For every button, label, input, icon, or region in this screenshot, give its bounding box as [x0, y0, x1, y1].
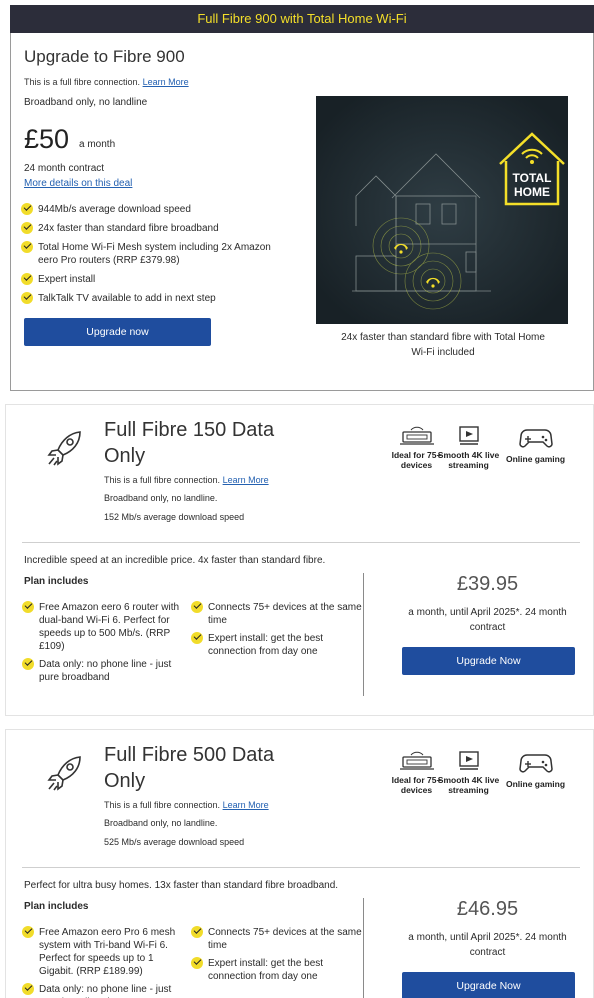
feature-badge-label: Smooth 4K live streaming [437, 450, 500, 470]
feature-badge: Online gaming [503, 750, 568, 789]
feature-item: Expert install: get the best connection … [191, 957, 366, 983]
download-speed: 525 Mb/s average download speed [104, 837, 245, 847]
plan-features-left: Free Amazon eero 6 router with dual-band… [22, 601, 190, 689]
feature-item: 944Mb/s average download speed [21, 203, 291, 216]
rocket-icon [44, 752, 86, 799]
check-icon [22, 658, 34, 670]
plan-features-left: Free Amazon eero Pro 6 mesh system with … [22, 926, 190, 998]
check-icon [21, 222, 33, 234]
check-icon [191, 957, 203, 969]
learn-more-link[interactable]: Learn More [223, 800, 269, 810]
feature-badge-label: Smooth 4K live streaming [437, 775, 500, 795]
check-icon [21, 273, 33, 285]
plan-includes-label: Plan includes [24, 576, 89, 587]
upgrade-title: Upgrade to Fibre 900 [24, 47, 185, 66]
check-icon [191, 926, 203, 938]
feature-item: Total Home Wi-Fi Mesh system including 2… [21, 241, 291, 267]
banner-title: Full Fibre 900 with Total Home Wi-Fi [197, 11, 407, 26]
feature-item: Connects 75+ devices at the same time [191, 926, 366, 952]
feature-badge: Smooth 4K live streaming [436, 425, 501, 470]
feature-badge-label: Ideal for 75+ devices [391, 450, 442, 470]
feature-item: Free Amazon eero Pro 6 mesh system with … [22, 926, 190, 978]
learn-more-link[interactable]: Learn More [223, 475, 269, 485]
feature-item: Data only: no phone line - just pure bro… [22, 658, 190, 684]
feature-badge-label: Online gaming [505, 454, 566, 464]
feature-item: TalkTalk TV available to add in next ste… [21, 292, 291, 305]
streaming-icon [436, 425, 501, 447]
feature-badge: Smooth 4K live streaming [436, 750, 501, 795]
divider [363, 573, 364, 696]
check-icon [22, 983, 34, 995]
divider [22, 867, 580, 868]
broadband-note: Broadband only, no landline. [104, 493, 218, 503]
check-icon [21, 292, 33, 304]
feature-item: Expert install: get the best connection … [191, 632, 366, 658]
feature-badge-label: Online gaming [505, 779, 566, 789]
plan-price-terms: a month, until April 2025*. 24 month con… [408, 607, 567, 633]
streaming-icon [436, 750, 501, 772]
connection-note: This is a full fibre connection. Learn M… [104, 475, 269, 485]
check-icon [191, 632, 203, 644]
check-icon [22, 926, 34, 938]
plan-features-right: Connects 75+ devices at the same time Exp… [191, 601, 366, 663]
rocket-icon [44, 427, 86, 474]
plan-card-fibre-500: Full Fibre 500 Data Only This is a full f… [5, 729, 594, 998]
check-icon [22, 601, 34, 613]
divider [22, 542, 580, 543]
gamepad-icon [503, 425, 568, 451]
feature-badge: Online gaming [503, 425, 568, 464]
upgrade-now-button[interactable]: Upgrade Now [402, 647, 575, 675]
svg-text:TOTAL: TOTAL [513, 171, 552, 185]
plan-price: £46.95 [456, 898, 519, 920]
feature-item: Connects 75+ devices at the same time [191, 601, 366, 627]
plan-price-terms: a month, until April 2025*. 24 month con… [408, 932, 567, 958]
plan-price: £39.95 [456, 573, 519, 595]
divider [363, 898, 364, 998]
upgrade-now-button[interactable]: Upgrade Now [402, 972, 575, 998]
check-icon [191, 601, 203, 613]
broadband-note: Broadband only, no landline [24, 97, 148, 108]
feature-list: 944Mb/s average download speed 24x faste… [21, 203, 291, 311]
deal-details-link[interactable]: More details on this deal [24, 178, 132, 189]
plan-features-right: Connects 75+ devices at the same time Exp… [191, 926, 366, 988]
learn-more-link[interactable]: Learn More [143, 77, 189, 87]
plan-includes-label: Plan includes [24, 901, 89, 912]
feature-item: Free Amazon eero 6 router with dual-band… [22, 601, 190, 653]
price: £50 [24, 124, 70, 154]
connection-text: This is a full fibre connection. [104, 475, 221, 485]
upgrade-now-button[interactable]: Upgrade now [24, 318, 211, 346]
connection-text: This is a full fibre connection. [104, 800, 221, 810]
plan-description: Incredible speed at an incredible price.… [24, 555, 326, 566]
check-icon [21, 203, 33, 215]
plan-description: Perfect for ultra busy homes. 13x faster… [24, 880, 339, 891]
download-speed: 152 Mb/s average download speed [104, 512, 245, 522]
contract-length: 24 month contract [24, 163, 105, 174]
svg-text:HOME: HOME [514, 185, 550, 199]
broadband-note: Broadband only, no landline. [104, 818, 218, 828]
total-home-wifi-image: TOTAL HOME [316, 96, 568, 324]
image-caption: 24x faster than standard fibre with Tota… [341, 332, 545, 358]
price-period: a month [79, 139, 116, 150]
check-icon [21, 241, 33, 253]
plan-title: Full Fibre 150 Data Only [104, 419, 275, 467]
gamepad-icon [503, 750, 568, 776]
offer-banner: Full Fibre 900 with Total Home Wi-Fi [10, 5, 594, 33]
connection-note: This is a full fibre connection. Learn M… [24, 77, 189, 87]
plan-card-fibre-150: Full Fibre 150 Data Only This is a full f… [5, 404, 594, 716]
connection-text: This is a full fibre connection. [24, 77, 141, 87]
connection-note: This is a full fibre connection. Learn M… [104, 800, 269, 810]
feature-badge-label: Ideal for 75+ devices [391, 775, 442, 795]
feature-item: Data only: no phone line - just pure bro… [22, 983, 190, 998]
upgrade-card: Upgrade to Fibre 900 This is a full fibr… [10, 33, 594, 391]
plan-title: Full Fibre 500 Data Only [104, 744, 275, 792]
feature-item: 24x faster than standard fibre broadband [21, 222, 291, 235]
feature-item: Expert install [21, 273, 291, 286]
